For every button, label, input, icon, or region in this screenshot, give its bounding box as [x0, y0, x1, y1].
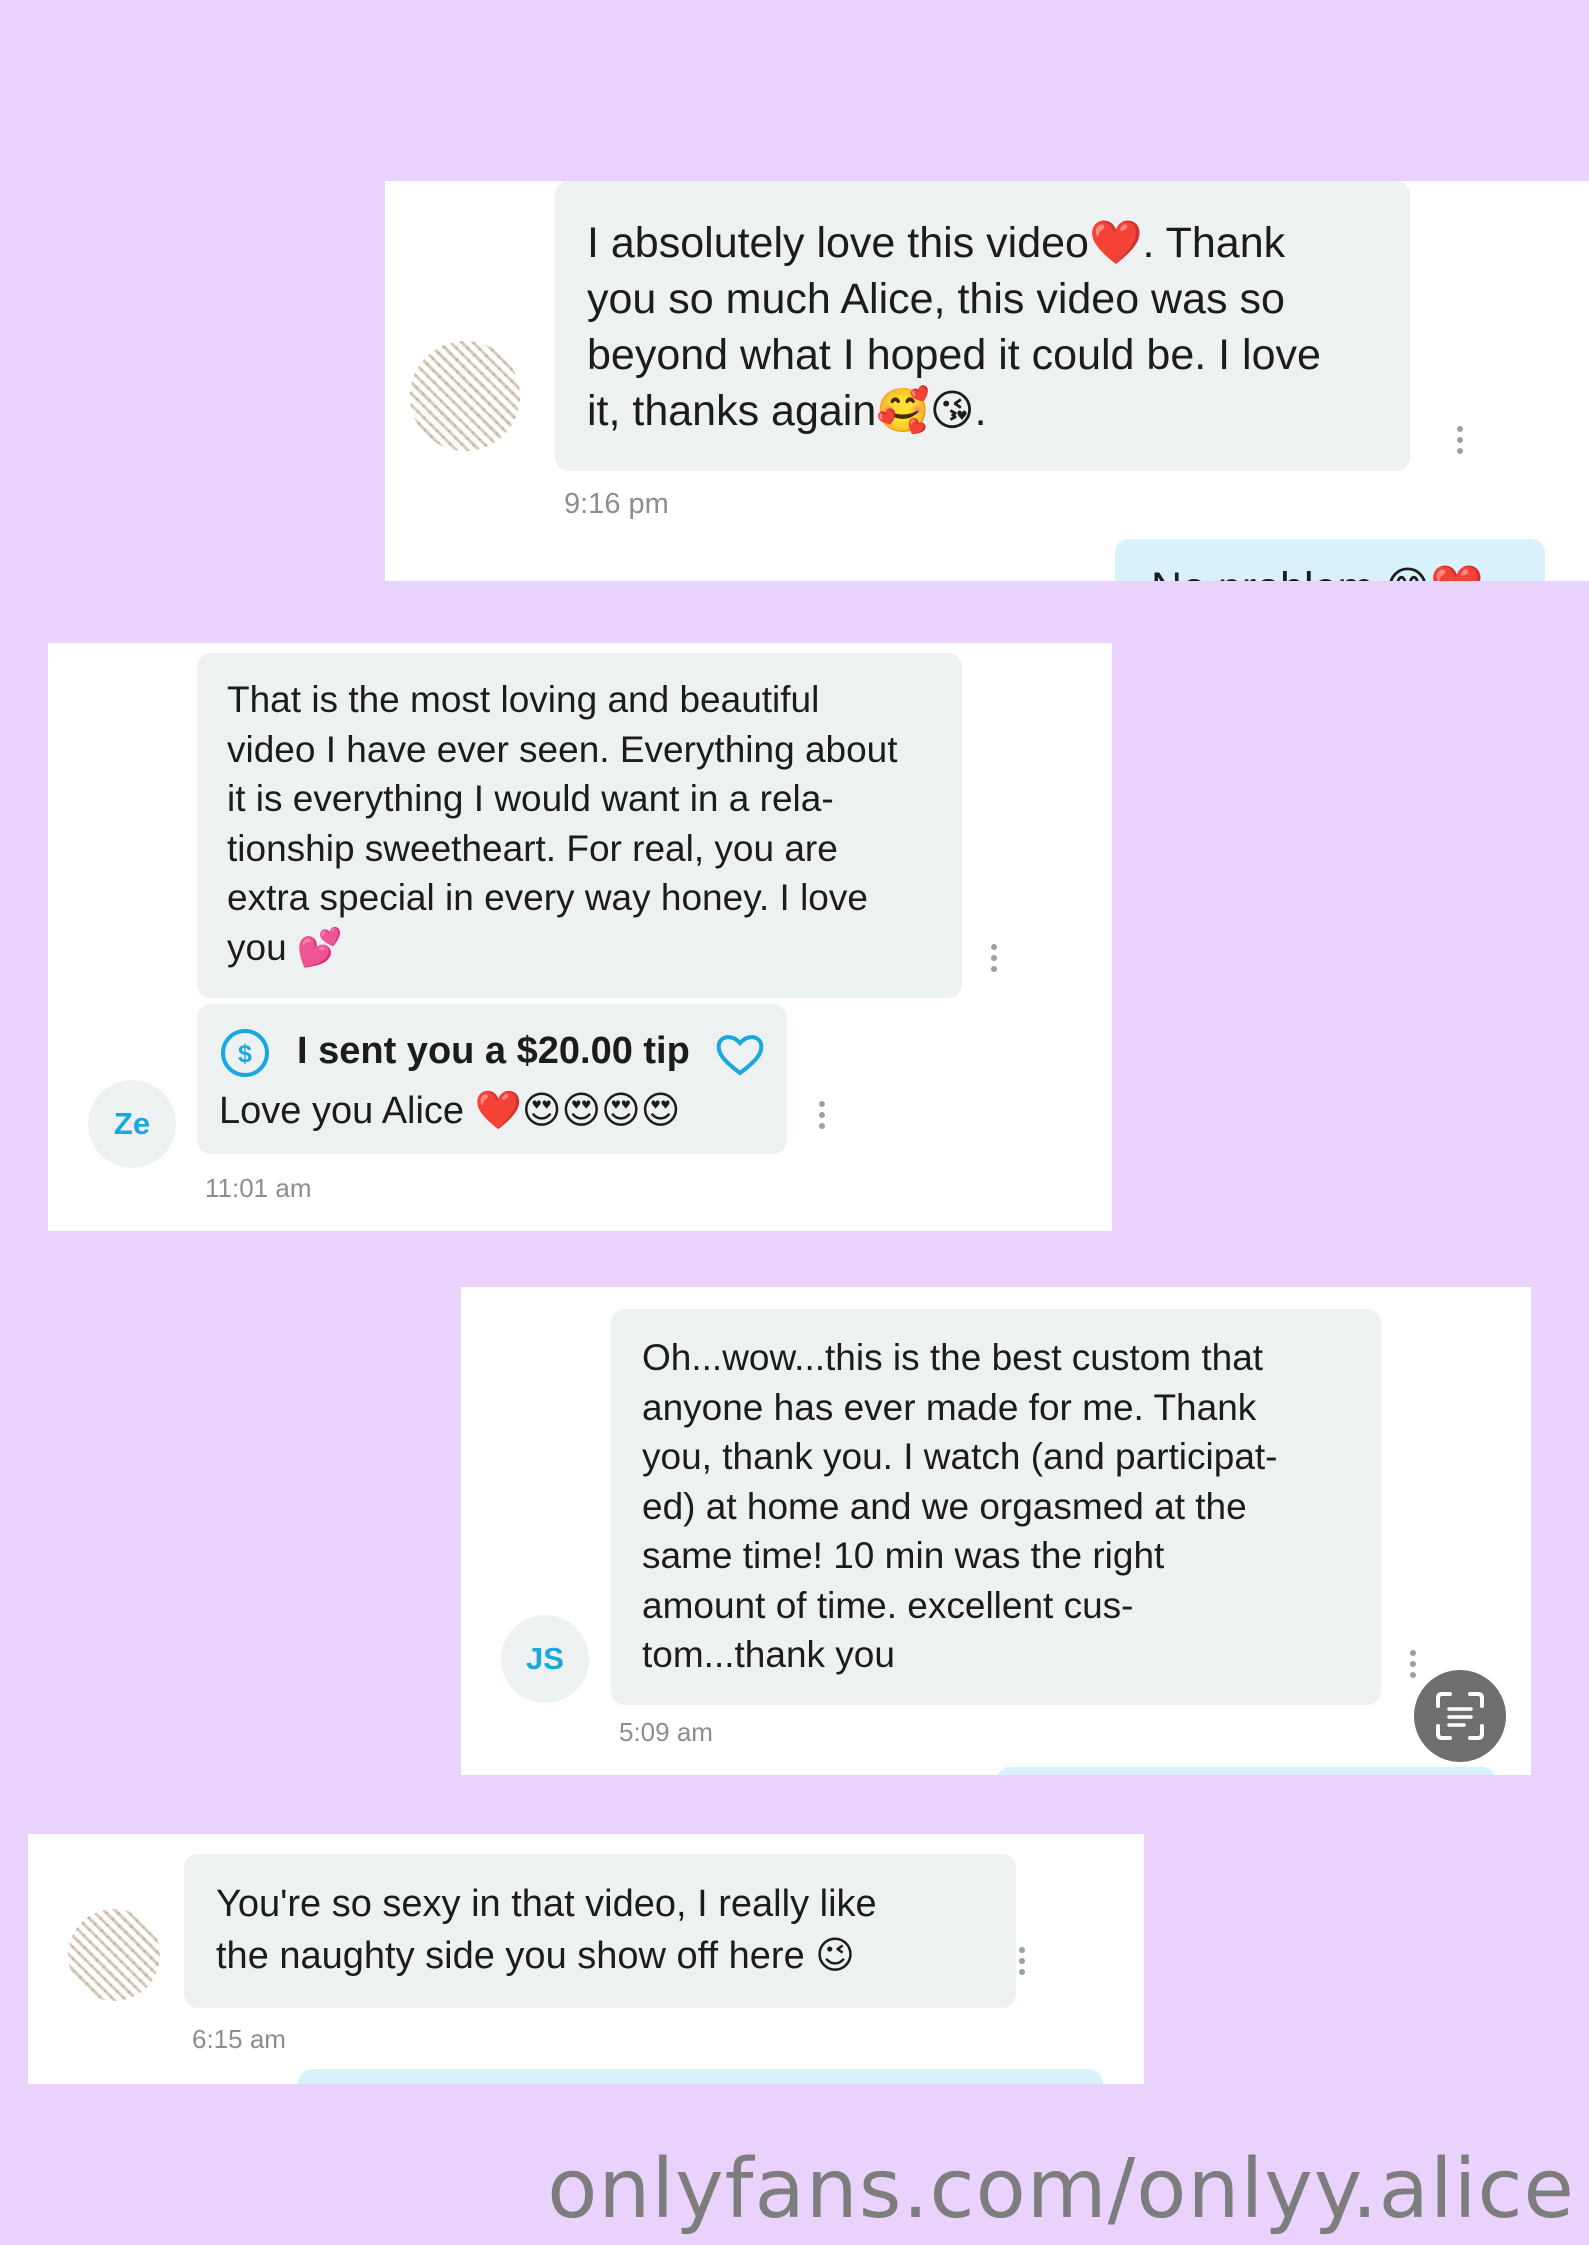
chat-card-1: I absolutely love this video❤️. Thank yo… [385, 181, 1589, 581]
message-bubble: That is the most loving and beautiful vi… [197, 653, 962, 998]
svg-text:$: $ [238, 1040, 252, 1068]
more-options-icon[interactable] [819, 1101, 827, 1134]
message-text: You're so sexy in that video, I really l… [216, 1883, 877, 1977]
more-options-icon[interactable] [1019, 1947, 1027, 1980]
more-options-icon[interactable] [1410, 1650, 1418, 1683]
chat-card-4: You're so sexy in that video, I really l… [28, 1834, 1144, 2084]
text-scan-icon [1436, 1692, 1484, 1740]
tip-bubble: $ I sent you a $20.00 tip Love you Alice… [197, 1004, 787, 1154]
message-text: That is the most loving and beautiful vi… [227, 679, 898, 968]
avatar [410, 341, 520, 451]
more-options-icon[interactable] [991, 944, 999, 977]
message-bubble: Oh...wow...this is the best custom that … [611, 1309, 1381, 1705]
reply-text: No problem 😊❤️ [1151, 563, 1484, 581]
avatar: JS [501, 1615, 589, 1703]
message-bubble: You're so sexy in that video, I really l… [184, 1854, 1016, 2008]
avatar: Ze [88, 1080, 176, 1168]
message-text: I absolutely love this video❤️. Thank yo… [587, 219, 1321, 435]
reply-bubble [298, 2069, 1103, 2084]
more-options-icon[interactable] [1457, 426, 1465, 459]
chat-card-3: Oh...wow...this is the best custom that … [461, 1287, 1531, 1775]
timestamp: 11:01 am [205, 1173, 312, 1203]
text-scan-button[interactable] [1414, 1670, 1506, 1762]
reply-bubble: No problem 😊❤️ [1115, 539, 1545, 581]
tip-message: Love you Alice ❤️😍😍😍😍 [219, 1090, 681, 1132]
reply-bubble [996, 1767, 1496, 1775]
avatar [68, 1909, 160, 2001]
dollar-circle-icon: $ [221, 1029, 269, 1077]
message-text: Oh...wow...this is the best custom that … [642, 1337, 1278, 1675]
watermark-url: onlyfans.com/onlyy.alice [547, 2142, 1575, 2237]
timestamp: 6:15 am [192, 2024, 286, 2054]
timestamp: 9:16 pm [564, 488, 669, 520]
heart-outline-icon [716, 1035, 764, 1076]
tip-text: I sent you a $20.00 tip [297, 1030, 690, 1072]
chat-card-2: That is the most loving and beautiful vi… [48, 643, 1112, 1231]
message-bubble: I absolutely love this video❤️. Thank yo… [555, 181, 1410, 471]
timestamp: 5:09 am [619, 1717, 713, 1747]
